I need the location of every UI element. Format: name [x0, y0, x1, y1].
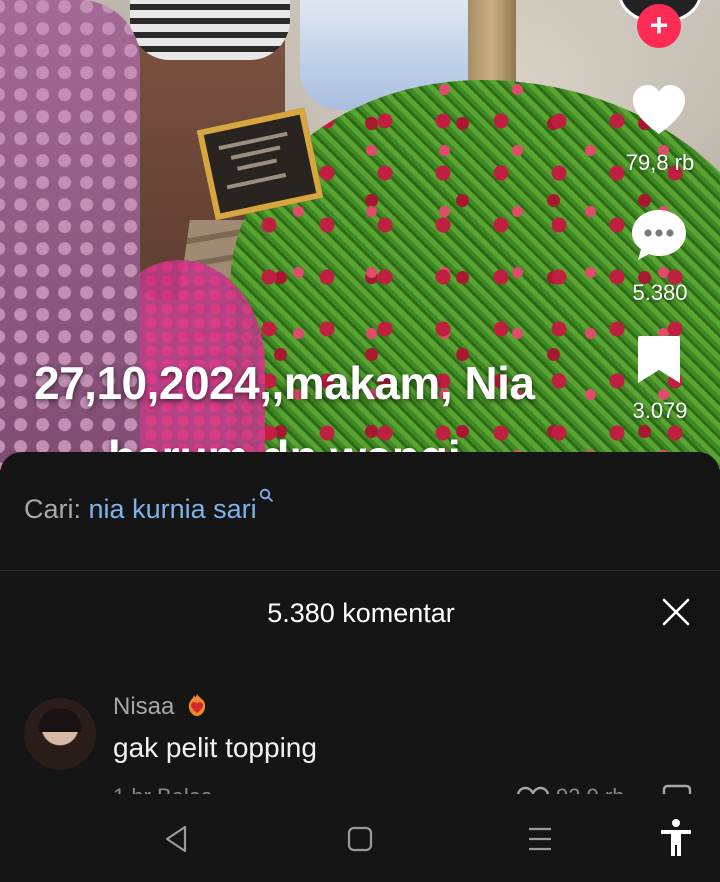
- bookmark-icon[interactable]: [636, 334, 682, 386]
- search-suggestion[interactable]: Cari: nia kurnia sari: [24, 488, 273, 525]
- system-navigation-bar: [0, 794, 720, 882]
- comment-avatar[interactable]: [24, 698, 96, 770]
- home-square-icon[interactable]: [343, 822, 377, 856]
- fire-heart-icon: [188, 694, 206, 716]
- comment-username[interactable]: Nisaa: [113, 692, 209, 721]
- close-icon[interactable]: [660, 596, 692, 628]
- search-prefix-label: Cari:: [24, 494, 82, 524]
- back-triangle-icon[interactable]: [160, 822, 194, 856]
- plus-icon: +: [649, 7, 669, 43]
- save-count: 3.079: [632, 398, 688, 423]
- recents-lines-icon[interactable]: [523, 822, 557, 856]
- comment-username-text: Nisaa: [113, 693, 175, 720]
- heart-icon[interactable]: [630, 82, 688, 140]
- comment-bubble-icon[interactable]: [630, 206, 688, 264]
- comment-sheet: Cari: nia kurnia sari 5.380 komentar Nis…: [0, 452, 720, 794]
- comment-text: gak pelit topping: [113, 732, 317, 763]
- comment-dislike-icon[interactable]: [660, 784, 694, 794]
- comment-like-icon[interactable]: [516, 786, 550, 794]
- follow-button[interactable]: +: [637, 4, 681, 48]
- accessibility-icon[interactable]: [657, 818, 695, 858]
- divider: [0, 570, 720, 571]
- comment-like-count: 92,9 rb: [556, 784, 625, 794]
- video-caption-line-1: 27,10,2024,,makam, Nia: [34, 357, 535, 409]
- search-query-link[interactable]: nia kurnia sari: [89, 494, 257, 524]
- comment-count-title: 5.380 komentar: [267, 598, 455, 628]
- search-icon: [259, 488, 273, 502]
- like-count: 79,8 rb: [625, 150, 695, 175]
- comment-meta-reply[interactable]: 1 hr Balas: [113, 784, 212, 794]
- video-person-sleeve: [130, 0, 290, 60]
- video-player[interactable]: 27,10,2024,,makam, Nia harum dn wangi + …: [0, 0, 720, 470]
- comment-count: 5.380: [632, 280, 688, 305]
